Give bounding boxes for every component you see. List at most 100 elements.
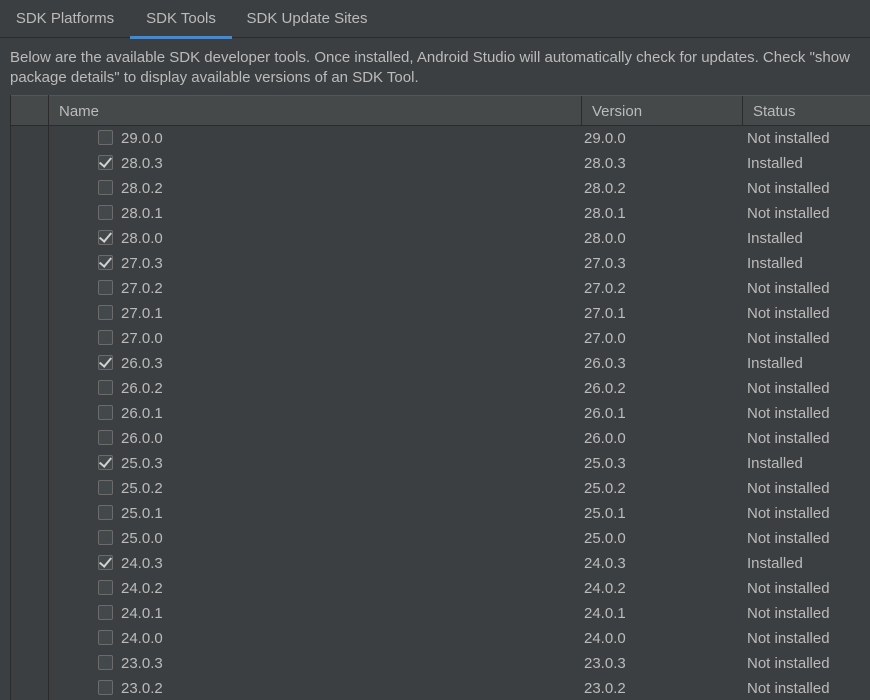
table-row[interactable]: 24.0.2 24.0.2 Not installed [11,576,870,601]
header-name[interactable]: Name [48,96,581,126]
checkmark-icon [98,254,113,268]
row-name: 29.0.0 [121,130,163,147]
table-row[interactable]: 27.0.0 27.0.0 Not installed [11,326,870,351]
table-row[interactable]: 27.0.1 27.0.1 Not installed [11,301,870,326]
row-checkbox[interactable] [98,254,113,270]
row-checkbox[interactable] [98,630,113,645]
row-status: Not installed [747,505,830,522]
row-version: 24.0.3 [584,555,626,572]
row-checkbox[interactable] [98,305,113,320]
table-body: 29.0.0 29.0.0 Not installed 28.0.3 28.0.3 Ins… [11,126,870,700]
table-row[interactable]: 28.0.1 28.0.1 Not installed [11,201,870,226]
row-name: 23.0.3 [121,655,163,672]
table-header: Name Version Status [11,95,870,126]
row-status: Not installed [747,280,830,297]
row-checkbox[interactable] [98,205,113,220]
table-row[interactable]: 25.0.0 25.0.0 Not installed [11,526,870,551]
row-version: 23.0.2 [584,680,626,697]
table-row[interactable]: 24.0.0 24.0.0 Not installed [11,626,870,651]
table-row[interactable]: 23.0.3 23.0.3 Not installed [11,651,870,676]
header-expand-column [11,96,48,126]
row-checkbox[interactable] [98,430,113,445]
row-checkbox[interactable] [98,405,113,420]
table-row[interactable]: 28.0.2 28.0.2 Not installed [11,176,870,201]
table-row[interactable]: 26.0.2 26.0.2 Not installed [11,376,870,401]
row-status: Not installed [747,380,830,397]
checkmark-icon [98,154,113,168]
row-version: 27.0.0 [584,330,626,347]
row-version: 25.0.3 [584,455,626,472]
table-row[interactable]: 29.0.0 29.0.0 Not installed [11,126,870,151]
row-version: 25.0.1 [584,505,626,522]
row-status: Not installed [747,680,830,697]
row-version: 27.0.1 [584,305,626,322]
table-row[interactable]: 23.0.2 23.0.2 Not installed [11,676,870,700]
row-name: 25.0.1 [121,505,163,522]
tab-sdk-tools[interactable]: SDK Tools [130,0,232,39]
row-checkbox[interactable] [98,380,113,395]
tab-bar: SDK Platforms SDK Tools SDK Update Sites [0,0,870,39]
row-checkbox[interactable] [98,130,113,145]
row-checkbox[interactable] [98,655,113,670]
table-row[interactable]: 27.0.2 27.0.2 Not installed [11,276,870,301]
row-checkbox[interactable] [98,180,113,195]
row-name: 24.0.0 [121,630,163,647]
row-version: 27.0.3 [584,255,626,272]
table-row[interactable]: 26.0.1 26.0.1 Not installed [11,401,870,426]
checkmark-icon [98,454,113,468]
row-version: 23.0.3 [584,655,626,672]
row-version: 28.0.1 [584,205,626,222]
table-row[interactable]: 25.0.3 25.0.3 Installed [11,451,870,476]
row-checkbox[interactable] [98,505,113,520]
table-row[interactable]: 24.0.1 24.0.1 Not installed [11,601,870,626]
sdk-tools-table: Name Version Status 29.0.0 29.0.0 Not inst… [10,95,870,700]
table-row[interactable]: 28.0.3 28.0.3 Installed [11,151,870,176]
row-version: 26.0.1 [584,405,626,422]
row-checkbox[interactable] [98,229,113,245]
table-row[interactable]: 24.0.3 24.0.3 Installed [11,551,870,576]
row-checkbox[interactable] [98,154,113,170]
row-checkbox[interactable] [98,554,113,570]
row-checkbox[interactable] [98,354,113,370]
description-text: Below are the available SDK developer to… [10,49,850,86]
tab-sdk-update-sites[interactable]: SDK Update Sites [232,0,382,38]
row-checkbox[interactable] [98,580,113,595]
row-checkbox[interactable] [98,280,113,295]
row-name: 28.0.1 [121,205,163,222]
tab-sdk-platforms[interactable]: SDK Platforms [0,0,130,38]
row-status: Installed [747,255,803,272]
row-checkbox[interactable] [98,680,113,695]
table-row[interactable]: 28.0.0 28.0.0 Installed [11,226,870,251]
row-checkbox[interactable] [98,605,113,620]
row-status: Installed [747,355,803,372]
row-version: 26.0.2 [584,380,626,397]
row-status: Installed [747,230,803,247]
row-name: 28.0.0 [121,230,163,247]
row-name: 26.0.1 [121,405,163,422]
row-name: 23.0.2 [121,680,163,697]
row-name: 25.0.2 [121,480,163,497]
row-status: Installed [747,455,803,472]
table-row[interactable]: 25.0.1 25.0.1 Not installed [11,501,870,526]
header-version[interactable]: Version [581,96,742,126]
table-row[interactable]: 26.0.0 26.0.0 Not installed [11,426,870,451]
row-version: 26.0.0 [584,430,626,447]
row-status: Not installed [747,205,830,222]
row-checkbox[interactable] [98,454,113,470]
row-checkbox[interactable] [98,530,113,545]
row-version: 28.0.3 [584,155,626,172]
row-status: Not installed [747,430,830,447]
table-row[interactable]: 25.0.2 25.0.2 Not installed [11,476,870,501]
row-name: 24.0.2 [121,580,163,597]
row-name: 26.0.0 [121,430,163,447]
checkmark-icon [98,554,113,568]
table-row[interactable]: 26.0.3 26.0.3 Installed [11,351,870,376]
row-name: 25.0.3 [121,455,163,472]
header-status[interactable]: Status [742,96,870,126]
table-row[interactable]: 27.0.3 27.0.3 Installed [11,251,870,276]
row-checkbox[interactable] [98,330,113,345]
row-checkbox[interactable] [98,480,113,495]
row-name: 27.0.1 [121,305,163,322]
row-name: 25.0.0 [121,530,163,547]
row-version: 28.0.2 [584,180,626,197]
